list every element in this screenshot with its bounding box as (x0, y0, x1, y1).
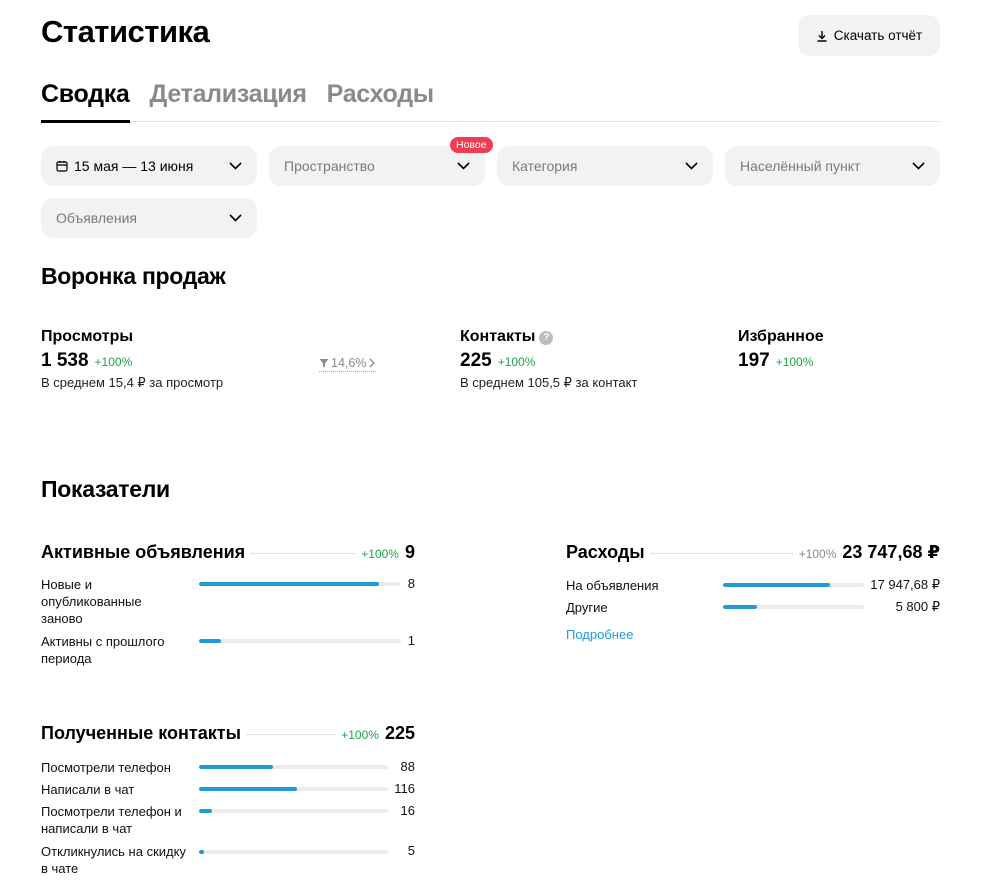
favorites-kpi: Избранное 197 +100% (738, 328, 824, 372)
contacts-title: Полученные контакты (41, 723, 241, 743)
tab-bar: Сводка Детализация Расходы (41, 78, 940, 123)
active-ads-row-label: Активны с прошлого периода (41, 634, 165, 666)
contacts-change: +100% (341, 728, 379, 742)
space-filter[interactable]: Пространство (269, 146, 485, 186)
favorites-value: 197 (738, 350, 770, 371)
expenses-row-label: На объявления (566, 578, 659, 593)
expenses-bar (723, 583, 831, 587)
expenses-bar (723, 605, 757, 609)
calendar-icon (56, 161, 68, 172)
category-filter[interactable]: Категория (497, 146, 713, 186)
download-icon (817, 30, 827, 42)
chevron-right-icon (369, 358, 376, 368)
contacts-kpi: Контакты? 225 +100% В среднем 105,5 ₽ за… (460, 328, 637, 391)
chevron-down-icon (457, 162, 470, 170)
conversion-link[interactable]: 14,6% (319, 356, 377, 372)
expenses-row-value: 5 800 ₽ (895, 599, 940, 614)
expenses-total: 23 747,68 ₽ (842, 542, 940, 562)
tab-summary[interactable]: Сводка (41, 78, 130, 123)
active-ads-total: 9 (404, 542, 415, 562)
contacts-bar (199, 850, 204, 854)
contacts-row-value: 88 (400, 759, 415, 774)
contacts-label: Контакты (460, 328, 536, 345)
expenses-change: +100% (798, 547, 837, 561)
active-ads-header: Активные объявления +100% 9 (41, 542, 415, 563)
chevron-down-icon (229, 162, 242, 170)
contacts-row-value: 5 (407, 843, 415, 858)
conversion-value: 14,6% (331, 356, 367, 370)
contacts-bar (199, 765, 273, 769)
views-kpi: Просмотры 1 538 +100% В среднем 15,4 ₽ з… (41, 328, 223, 391)
chevron-down-icon (229, 214, 242, 222)
page-title: Статистика (41, 14, 210, 49)
contacts-change: +100% (497, 355, 536, 369)
expenses-row-value: 17 947,68 ₽ (870, 577, 940, 592)
contacts-total: 225 (384, 723, 415, 743)
active-ads-change: +100% (361, 547, 399, 561)
funnel-title: Воронка продаж (41, 263, 226, 289)
expenses-row-label: Другие (566, 600, 608, 615)
active-ads-row-label: Новые и опубликованные заново (41, 577, 142, 626)
favorites-label: Избранное (738, 328, 824, 345)
views-label: Просмотры (41, 328, 134, 345)
space-filter-label: Пространство (284, 158, 375, 174)
contacts-row-label: Посмотрели телефон (41, 760, 171, 775)
new-badge: Новое (450, 137, 493, 153)
contacts-row-label: Откликнулись на скидку в чате (41, 844, 186, 876)
locality-filter-label: Населённый пункт (740, 158, 861, 174)
contacts-row-label: Посмотрели телефон и написали в чат (41, 804, 182, 836)
contacts-bar (199, 809, 213, 813)
contacts-row-label: Написали в чат (41, 782, 135, 797)
chevron-down-icon (912, 162, 925, 170)
tab-details[interactable]: Детализация (150, 78, 307, 122)
period-filter[interactable]: 15 мая — 13 июня (41, 146, 257, 186)
indicators-title: Показатели (41, 476, 170, 502)
contacts-header: Полученные контакты +100% 225 (41, 723, 415, 744)
download-report-label: Скачать отчёт (833, 28, 923, 43)
active-ads-bar (199, 639, 222, 643)
expenses-title: Расходы (566, 542, 645, 562)
active-ads-row-value: 8 (407, 576, 415, 591)
active-ads-row-value: 1 (407, 633, 415, 648)
contacts-note: В среднем 105,5 ₽ за контакт (460, 375, 638, 390)
category-filter-label: Категория (512, 158, 578, 174)
active-ads-title: Активные объявления (41, 542, 246, 562)
ads-filter-label: Объявления (56, 210, 137, 226)
contacts-bar (199, 787, 298, 791)
views-note: В среднем 15,4 ₽ за просмотр (41, 375, 224, 390)
active-ads-bar (199, 582, 379, 586)
views-change: +100% (94, 355, 133, 369)
download-report-button[interactable]: Скачать отчёт (798, 15, 940, 56)
favorites-change: +100% (775, 355, 814, 369)
expenses-more-link[interactable]: Подробнее (566, 627, 633, 642)
contacts-row-value: 116 (394, 781, 415, 796)
period-filter-label: 15 мая — 13 июня (74, 158, 194, 174)
chevron-down-icon (685, 162, 698, 170)
ads-filter[interactable]: Объявления (41, 198, 257, 238)
contacts-row-value: 16 (400, 803, 415, 818)
views-value: 1 538 (41, 350, 89, 371)
tab-expenses[interactable]: Расходы (327, 78, 434, 122)
contacts-value: 225 (460, 350, 492, 371)
locality-filter[interactable]: Населённый пункт (725, 146, 940, 186)
expenses-header: Расходы +100% 23 747,68 ₽ (566, 542, 940, 563)
funnel-icon (319, 359, 329, 368)
help-icon[interactable]: ? (539, 331, 554, 345)
